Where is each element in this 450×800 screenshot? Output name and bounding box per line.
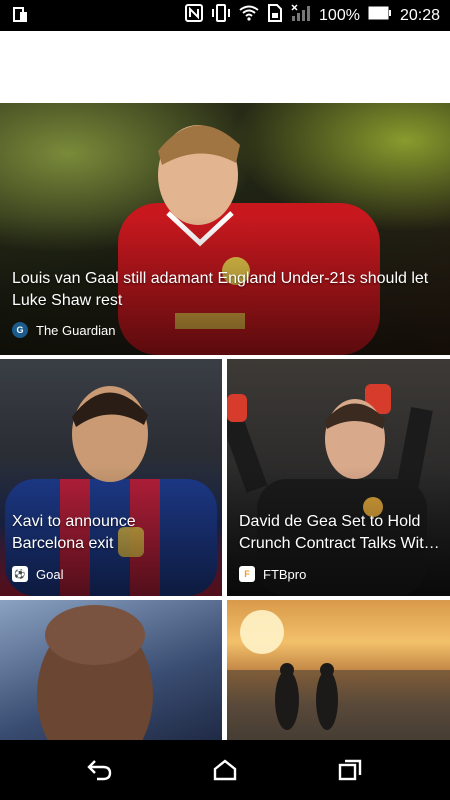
goal-logo-icon: ⚽	[12, 566, 28, 582]
article-title: Xavi to announce Barcelona exit	[12, 513, 136, 552]
article-title: David de Gea Set to Hold Crunch Contract…	[239, 513, 440, 552]
beach-photo	[227, 610, 450, 740]
back-button[interactable]	[85, 756, 115, 784]
hero-title: Louis van Gaal still adamant England Und…	[12, 270, 429, 309]
article-card-beach[interactable]	[227, 600, 450, 740]
navigation-bar	[0, 740, 450, 800]
article-source-label: FTBpro	[263, 566, 307, 582]
recents-button[interactable]	[335, 756, 365, 784]
hero-source-label: The Guardian	[36, 322, 116, 338]
sim-icon	[267, 4, 283, 27]
recents-icon	[338, 759, 362, 781]
status-bar: 100% 20:28	[0, 0, 450, 31]
ftbpro-logo-icon: F	[239, 566, 255, 582]
home-button[interactable]	[210, 756, 240, 784]
vibrate-icon	[211, 4, 231, 27]
portrait-photo	[37, 605, 153, 740]
home-icon	[213, 759, 237, 781]
guardian-logo-icon: G	[12, 322, 28, 338]
hero-source: G The Guardian	[12, 322, 116, 338]
wifi-icon	[239, 5, 259, 26]
article-card-xavi[interactable]: Xavi to announce Barcelona exit ⚽ Goal	[0, 359, 222, 596]
battery-icon	[368, 6, 392, 25]
hero-article-card[interactable]: Louis van Gaal still adamant England Und…	[0, 103, 450, 355]
article-source: F FTBpro	[239, 566, 306, 582]
article-card-portrait[interactable]	[0, 600, 222, 740]
news-feed[interactable]: Louis van Gaal still adamant England Und…	[0, 103, 450, 740]
signal-icon	[291, 4, 311, 27]
article-source: ⚽ Goal	[12, 566, 63, 582]
screen-icon	[12, 6, 30, 29]
article-source-label: Goal	[36, 566, 64, 582]
nfc-icon	[185, 4, 204, 27]
back-icon	[87, 760, 112, 781]
battery-percent: 100%	[319, 6, 360, 24]
clock: 20:28	[399, 6, 440, 24]
app-header	[0, 31, 450, 103]
article-card-degea[interactable]: David de Gea Set to Hold Crunch Contract…	[227, 359, 450, 596]
